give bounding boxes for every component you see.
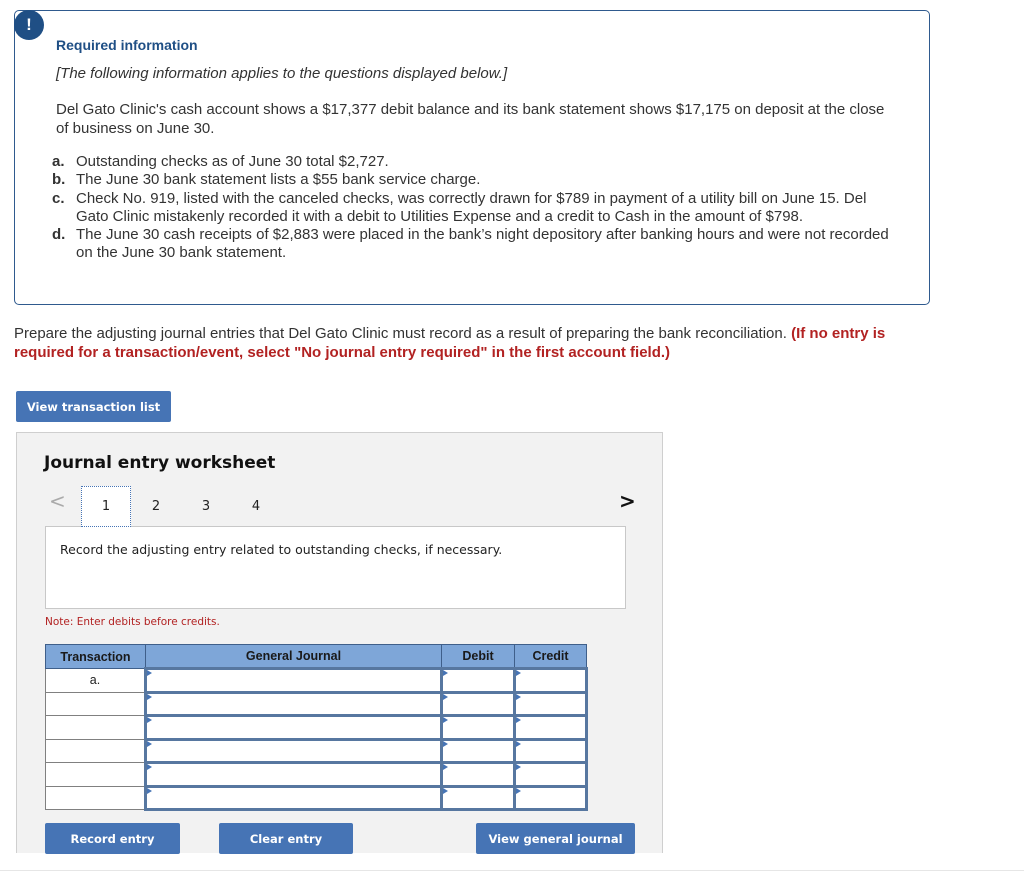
transaction-cell <box>45 715 146 740</box>
table-row <box>45 714 588 741</box>
tab-3[interactable]: 3 <box>181 486 231 527</box>
transaction-cell: a. <box>45 668 146 693</box>
account-field[interactable] <box>144 714 443 741</box>
account-field[interactable] <box>144 784 443 811</box>
chevron-right-icon[interactable]: > <box>619 489 636 513</box>
list-item: b. The June 30 bank statement lists a $55… <box>52 171 902 189</box>
worksheet-prompt-box: Record the adjusting entry related to ou… <box>45 526 626 609</box>
clear-entry-button[interactable]: Clear entry <box>219 823 353 854</box>
table-header-row: Transaction General Journal Debit Credit <box>45 644 587 669</box>
required-info-intro: Del Gato Clinic's cash account shows a $… <box>56 101 885 137</box>
header-transaction: Transaction <box>45 644 146 669</box>
account-field[interactable] <box>144 667 443 694</box>
debit-field[interactable] <box>440 690 516 717</box>
transaction-cell <box>45 762 146 787</box>
required-info-title: Required information <box>56 37 198 53</box>
record-entry-button[interactable]: Record entry <box>45 823 180 854</box>
tab-1[interactable]: 1 <box>81 486 131 527</box>
header-debit: Debit <box>441 644 515 669</box>
account-field[interactable] <box>144 737 443 764</box>
list-item: a. Outstanding checks as of June 30 total… <box>52 153 902 171</box>
item-letter: d. <box>52 226 66 244</box>
item-letter: c. <box>52 189 65 207</box>
table-row <box>45 784 588 811</box>
worksheet-note: Note: Enter debits before credits. <box>45 616 220 628</box>
item-text: The June 30 bank statement lists a $55 b… <box>76 171 481 189</box>
divider <box>0 870 1024 871</box>
required-information-box: ! Required information [The following in… <box>14 10 930 305</box>
tab-4[interactable]: 4 <box>231 486 281 527</box>
worksheet-tabs: 1 2 3 4 <box>81 486 281 527</box>
header-credit: Credit <box>514 644 587 669</box>
credit-field[interactable] <box>513 737 588 764</box>
tab-2[interactable]: 2 <box>131 486 181 527</box>
worksheet-prompt: Record the adjusting entry related to ou… <box>60 542 503 557</box>
view-general-journal-button[interactable]: View general journal <box>476 823 635 854</box>
debit-field[interactable] <box>440 737 516 764</box>
item-text: Check No. 919, listed with the canceled … <box>76 189 867 225</box>
table-row: a. <box>45 667 588 694</box>
credit-field[interactable] <box>513 667 588 694</box>
credit-field[interactable] <box>513 761 588 788</box>
debit-field[interactable] <box>440 714 516 741</box>
item-letter: a. <box>52 153 65 170</box>
credit-field[interactable] <box>513 690 588 717</box>
view-transaction-list-button[interactable]: View transaction list <box>16 391 171 422</box>
required-info-list: a. Outstanding checks as of June 30 total… <box>52 153 902 263</box>
item-text: Outstanding checks as of June 30 total $… <box>76 153 389 170</box>
instructions-text: Prepare the adjusting journal entries th… <box>14 325 792 342</box>
credit-field[interactable] <box>513 714 588 741</box>
list-item: c. Check No. 919, listed with the cancele… <box>52 190 902 227</box>
credit-field[interactable] <box>513 784 588 811</box>
transaction-cell <box>45 785 146 810</box>
transaction-cell <box>45 691 146 716</box>
instructions: Prepare the adjusting journal entries th… <box>14 324 944 362</box>
journal-entry-worksheet: Journal entry worksheet < 1 2 3 4 > Reco… <box>16 432 663 854</box>
table-row <box>45 690 588 717</box>
table-row <box>45 737 588 764</box>
list-item: d. The June 30 cash receipts of $2,883 we… <box>52 226 902 263</box>
debit-field[interactable] <box>440 667 516 694</box>
chevron-left-icon[interactable]: < <box>49 489 66 513</box>
transaction-cell <box>45 738 146 763</box>
debit-field[interactable] <box>440 784 516 811</box>
item-letter: b. <box>52 171 66 189</box>
worksheet-title: Journal entry worksheet <box>44 453 276 473</box>
table-row <box>45 761 588 788</box>
account-field[interactable] <box>144 690 443 717</box>
account-field[interactable] <box>144 761 443 788</box>
debit-field[interactable] <box>440 761 516 788</box>
required-info-subtitle: [The following information applies to th… <box>56 65 508 82</box>
alert-icon: ! <box>14 10 44 40</box>
header-general-journal: General Journal <box>145 644 442 669</box>
journal-table: Transaction General Journal Debit Credit… <box>45 644 588 811</box>
item-text: The June 30 cash receipts of $2,883 were… <box>76 226 889 262</box>
